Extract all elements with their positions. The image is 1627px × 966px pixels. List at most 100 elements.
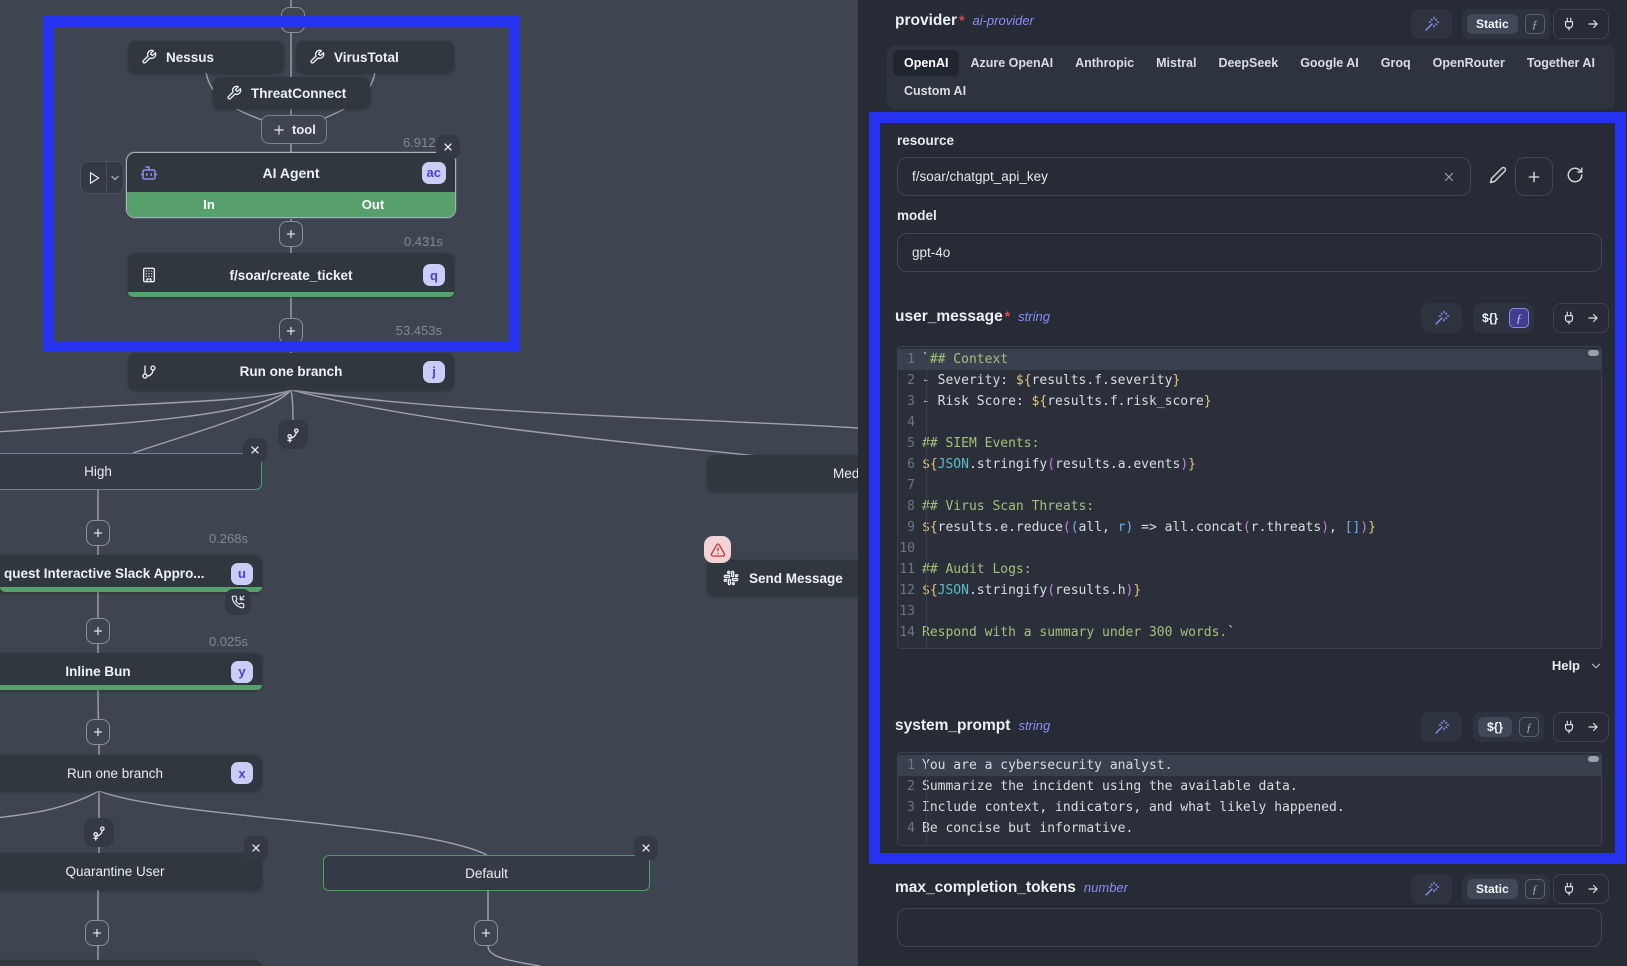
io-button-group[interactable] (1553, 874, 1609, 904)
field-name: system_prompt (895, 717, 1010, 735)
plus-connector-icon[interactable] (281, 7, 305, 33)
play-icon[interactable] (81, 162, 107, 193)
io-button-group[interactable] (1553, 9, 1609, 39)
arrow-right-icon[interactable] (1586, 720, 1600, 734)
wand-icon[interactable] (1411, 874, 1452, 904)
node-send-message[interactable]: Send Message (707, 560, 858, 596)
node-slack-approval[interactable]: quest Interactive Slack Appro... u (0, 555, 262, 592)
node-create-ticket[interactable]: f/soar/create_ticket q (128, 253, 454, 297)
tab-anthropic[interactable]: Anthropic (1064, 50, 1145, 76)
function-icon[interactable]: ƒ (1525, 14, 1545, 34)
system-prompt-editor[interactable]: 1You are a cybersecurity analyst.2Summar… (897, 752, 1602, 846)
run-node-button-group[interactable] (80, 161, 124, 194)
node-case-high[interactable]: High (0, 453, 262, 490)
help-label[interactable]: Help (1552, 658, 1580, 673)
node-case-medium[interactable]: Medium (707, 455, 858, 491)
mode-expression-label[interactable]: ${} (1478, 311, 1502, 325)
tab-openrouter[interactable]: OpenRouter (1422, 50, 1516, 76)
refresh-icon[interactable] (1566, 166, 1584, 184)
plug-icon[interactable] (1562, 882, 1576, 896)
tab-together-ai[interactable]: Together AI (1516, 50, 1606, 76)
node-label: Nessus (166, 50, 214, 65)
node-nessus[interactable]: Nessus (128, 41, 284, 73)
mode-toggle[interactable]: ${} ƒ (1473, 712, 1544, 742)
close-icon[interactable] (436, 135, 460, 159)
node-label: Default (465, 866, 508, 881)
max-completion-tokens-input[interactable] (897, 908, 1602, 947)
wand-icon[interactable] (1421, 712, 1462, 742)
function-icon[interactable]: ƒ (1519, 717, 1539, 737)
add-icon[interactable] (1515, 157, 1553, 196)
agent-in-label[interactable]: In (127, 192, 291, 217)
field-type: number (1084, 880, 1128, 895)
mode-expression-label[interactable]: ${} (1478, 717, 1512, 737)
mode-toggle[interactable]: Static ƒ (1462, 874, 1550, 904)
code-lines[interactable]: 1`## Context2- Severity: ${results.f.sev… (898, 347, 1601, 643)
node-virustotal[interactable]: VirusTotal (296, 41, 454, 73)
user-message-editor[interactable]: 1`## Context2- Severity: ${results.f.sev… (897, 346, 1602, 649)
editor-scrollbar[interactable] (1588, 756, 1599, 762)
node-ai-agent[interactable]: AI Agent ac In Out (126, 152, 456, 218)
plus-connector-icon[interactable] (86, 719, 110, 745)
chevron-down-icon[interactable] (107, 162, 123, 193)
plus-connector-icon[interactable] (279, 221, 303, 247)
plus-connector-icon[interactable] (86, 618, 110, 644)
tool-handle-label: tool (292, 122, 316, 137)
node-quarantine-user[interactable]: Quarantine User (0, 853, 262, 890)
plug-icon[interactable] (1562, 720, 1576, 734)
model-label: model (897, 208, 937, 223)
plus-connector-icon[interactable] (474, 920, 498, 946)
tab-groq[interactable]: Groq (1370, 50, 1422, 76)
arrow-right-icon[interactable] (1586, 311, 1600, 325)
node-case-default[interactable]: Default (323, 855, 650, 891)
code-lines[interactable]: 1You are a cybersecurity analyst.2Summar… (898, 753, 1601, 839)
tab-deepseek[interactable]: DeepSeek (1207, 50, 1289, 76)
close-icon[interactable] (243, 438, 267, 462)
tab-azure-openai[interactable]: Azure OpenAI (959, 50, 1064, 76)
plus-connector-icon[interactable] (279, 318, 303, 344)
node-label: Run one branch (67, 766, 163, 781)
resource-input[interactable]: f/soar/chatgpt_api_key (897, 157, 1471, 196)
node-run-one-branch-2[interactable]: Run one branch x (0, 755, 262, 791)
node-inline-bun[interactable]: Inline Bun y (0, 653, 262, 690)
building-icon (141, 267, 157, 283)
node-partial-bottom[interactable] (0, 960, 262, 966)
function-icon[interactable]: ƒ (1525, 879, 1545, 899)
mode-static-pill[interactable]: Static (1467, 879, 1518, 899)
add-branch-icon[interactable] (84, 818, 114, 847)
model-input[interactable]: gpt-4o (897, 233, 1602, 272)
tab-google-ai[interactable]: Google AI (1289, 50, 1370, 76)
mode-toggle[interactable]: ${} ƒ (1473, 303, 1534, 333)
editor-scrollbar[interactable] (1588, 350, 1599, 356)
mode-static-pill[interactable]: Static (1467, 14, 1518, 34)
agent-out-label[interactable]: Out (291, 192, 455, 217)
node-run-one-branch-1[interactable]: Run one branch j (128, 353, 454, 390)
warning-icon[interactable] (704, 536, 731, 563)
tab-openai[interactable]: OpenAI (893, 50, 959, 76)
wand-icon[interactable] (1411, 9, 1452, 39)
wand-icon[interactable] (1421, 303, 1462, 333)
node-label: Send Message (749, 571, 843, 586)
io-button-group[interactable] (1553, 303, 1609, 333)
plug-icon[interactable] (1562, 17, 1576, 31)
close-icon[interactable] (634, 836, 658, 860)
clear-icon[interactable] (1442, 170, 1456, 184)
plus-connector-icon[interactable] (85, 920, 109, 946)
function-icon[interactable]: ƒ (1509, 308, 1529, 328)
tab-mistral[interactable]: Mistral (1145, 50, 1207, 76)
add-branch-icon[interactable] (278, 420, 308, 449)
node-threatconnect[interactable]: ThreatConnect (213, 77, 370, 109)
help-dropdown[interactable]: Help (1552, 658, 1603, 673)
arrow-right-icon[interactable] (1586, 17, 1600, 31)
tool-handle[interactable]: tool (261, 115, 327, 144)
mode-toggle[interactable]: Static ƒ (1462, 9, 1550, 39)
close-icon[interactable] (244, 836, 268, 860)
edit-icon[interactable] (1489, 166, 1507, 184)
phone-incoming-icon[interactable] (225, 589, 251, 615)
plug-icon[interactable] (1562, 311, 1576, 325)
io-button-group[interactable] (1553, 712, 1609, 742)
workflow-canvas[interactable]: Nessus VirusTotal ThreatConnect tool 6.9… (0, 0, 858, 966)
plus-connector-icon[interactable] (86, 520, 110, 546)
tab-custom-ai[interactable]: Custom AI (893, 78, 977, 104)
arrow-right-icon[interactable] (1586, 882, 1600, 896)
